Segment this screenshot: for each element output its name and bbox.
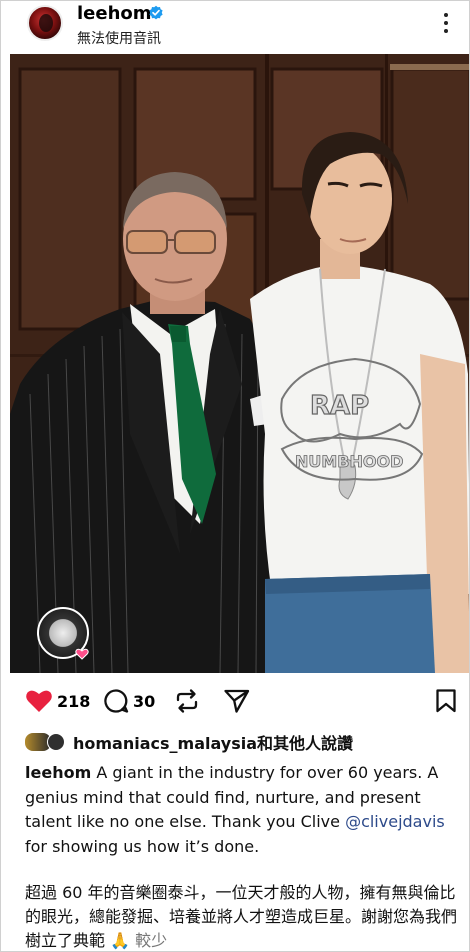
- audio-unavailable-label: 無法使用音訊: [77, 31, 161, 47]
- share-button[interactable]: [223, 688, 251, 714]
- send-icon: [224, 689, 250, 713]
- post-card: leehom 無法使用音訊 RAP NUMBHOOD 218 30 homani…: [0, 0, 470, 952]
- liked-by-avatar-secondary: [47, 733, 65, 751]
- mention-link[interactable]: @clivejdavis: [345, 812, 445, 831]
- repost-button[interactable]: [174, 688, 200, 714]
- heart-sticker-icon: [75, 648, 89, 660]
- comments-count[interactable]: 30: [133, 692, 155, 711]
- more-options-icon[interactable]: [441, 13, 451, 35]
- caption-zh: 超過 60 年的音樂圈泰斗，一位天才般的人物，擁有無與倫比的眼光，總能發掘、培養…: [25, 881, 465, 951]
- caption-zh-text: 超過 60 年的音樂圈泰斗，一位天才般的人物，擁有無與倫比的眼光，總能發掘、培養…: [25, 883, 458, 950]
- caption-en: leehom A giant in the industry for over …: [25, 761, 457, 859]
- liked-by-row[interactable]: homaniacs_malaysia和其他人說讚: [25, 731, 353, 753]
- heart-filled-icon: [26, 690, 52, 712]
- action-bar: 218 30: [1, 684, 469, 718]
- comment-icon: [104, 689, 129, 713]
- caption-username[interactable]: leehom: [25, 763, 91, 782]
- repost-icon: [176, 689, 198, 713]
- post-photo[interactable]: RAP NUMBHOOD: [10, 54, 469, 673]
- avatar[interactable]: [27, 5, 63, 41]
- username[interactable]: leehom: [77, 3, 152, 24]
- show-less-link[interactable]: 較少: [135, 931, 167, 950]
- caption-text-after: for showing us how it’s done.: [25, 836, 260, 856]
- liked-by-text[interactable]: homaniacs_malaysia和其他人說讚: [73, 730, 353, 754]
- like-button[interactable]: 218: [25, 688, 90, 714]
- post-header: leehom 無法使用音訊: [1, 1, 469, 53]
- photo-illustration: RAP NUMBHOOD: [10, 54, 469, 673]
- verified-badge-icon: [149, 5, 163, 20]
- likes-count[interactable]: 218: [57, 692, 90, 711]
- svg-text:RAP: RAP: [310, 391, 369, 421]
- save-button[interactable]: [435, 688, 457, 714]
- svg-text:NUMBHOOD: NUMBHOOD: [295, 452, 403, 471]
- bookmark-icon: [436, 689, 456, 713]
- comment-button[interactable]: 30: [103, 688, 155, 714]
